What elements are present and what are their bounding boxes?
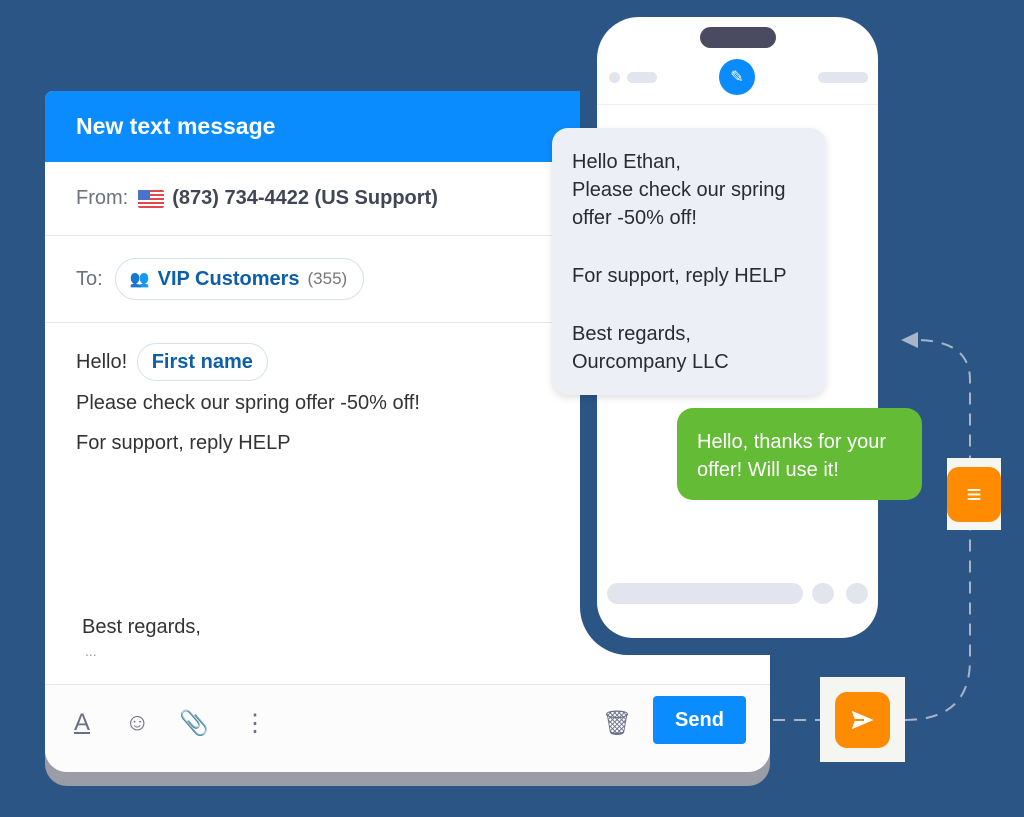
divider <box>597 104 878 105</box>
signoff-text: Best regards, <box>82 616 201 638</box>
phone-notch <box>700 27 776 48</box>
recipient-name: VIP Customers <box>157 267 300 290</box>
recipient-chip[interactable]: 👥 VIP Customers (355) <box>114 258 365 300</box>
from-label: From: <box>76 187 129 209</box>
text-format-icon[interactable]: A <box>74 709 90 737</box>
reply-message-bubble: Hello, thanks for your offer! Will use i… <box>677 408 922 500</box>
recipient-count: (355) <box>307 269 348 288</box>
arrow-left-icon <box>901 332 918 348</box>
bubble-line: Hello, thanks for your <box>697 431 886 453</box>
status-pill <box>818 72 868 83</box>
chat-logo-icon: ✎ <box>719 59 755 95</box>
compose-toolbar: A ☺ 📎 ⋮ 🗑 Send <box>45 684 770 772</box>
phone-input[interactable] <box>607 583 803 604</box>
bubble-line: Hello Ethan, <box>572 151 681 173</box>
bubble-line: Ourcompany LLC <box>572 351 729 373</box>
group-icon: 👥 <box>129 271 150 288</box>
ellipsis-text: ... <box>85 643 97 659</box>
bubble-line: offer -50% off! <box>572 207 697 229</box>
to-label: To: <box>76 267 103 290</box>
incoming-message-bubble: Hello Ethan, Please check our spring off… <box>552 128 826 395</box>
status-dot <box>609 72 620 83</box>
greeting-text: Hello! <box>76 351 128 373</box>
more-icon[interactable]: ⋮ <box>243 709 267 738</box>
attach-icon[interactable]: 📎 <box>179 709 209 738</box>
phone-button[interactable] <box>846 583 868 604</box>
bubble-line: Please check our spring <box>572 179 786 201</box>
us-flag-icon <box>138 189 165 208</box>
bubble-line: For support, reply HELP <box>572 265 787 287</box>
status-pill <box>627 72 657 83</box>
trash-icon[interactable]: 🗑 <box>602 709 632 738</box>
phone-button[interactable] <box>812 583 834 604</box>
send-button[interactable]: Send <box>653 696 746 744</box>
bubble-line: offer! Will use it! <box>697 459 839 481</box>
first-name-token[interactable]: First name <box>136 343 268 381</box>
bubble-line: Best regards, <box>572 323 691 345</box>
emoji-icon[interactable]: ☺ <box>125 709 150 737</box>
from-number[interactable]: (873) 734-4422 (US Support) <box>172 187 438 210</box>
send-arrow-icon <box>835 692 890 748</box>
chat-message-icon: ≡ <box>947 467 1001 522</box>
